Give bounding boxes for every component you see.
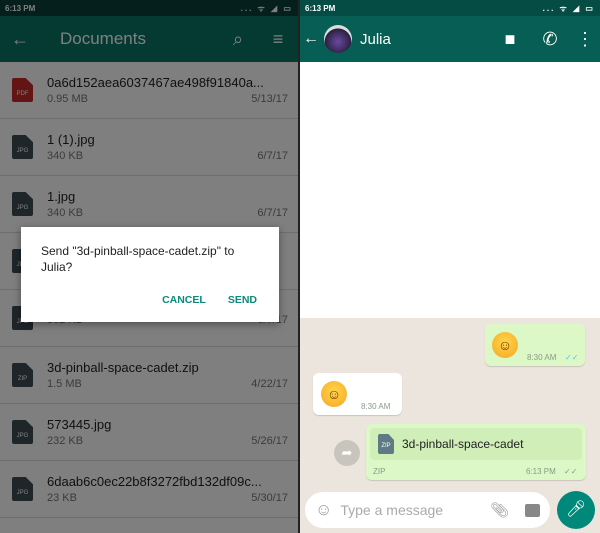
- message-time: 6:13 PM: [526, 467, 556, 476]
- more-vert-icon[interactable]: ⋮: [570, 29, 600, 50]
- read-ticks-icon: ✓✓: [565, 353, 579, 362]
- phone-icon[interactable]: ✆: [530, 29, 570, 50]
- documents-panel: 6:13 PM ... ᯤ ◢ ▭ ← Documents ⌕ ≡ PDF 0a…: [0, 0, 298, 533]
- send-button[interactable]: SEND: [228, 294, 257, 306]
- message-bubble-out[interactable]: ☺ 8:30 AM ✓✓: [485, 324, 585, 366]
- zip-file-icon: ZIP: [378, 434, 394, 454]
- paperclip-icon[interactable]: 📎︎: [490, 501, 509, 519]
- message-time: 8:30 AM: [361, 402, 391, 411]
- forward-icon[interactable]: ➦: [334, 440, 360, 466]
- camera-icon[interactable]: [525, 503, 540, 517]
- mic-icon: 🎤︎: [565, 501, 587, 518]
- status-icons: ... ᯤ ◢ ▭: [542, 3, 595, 13]
- emoji-icon[interactable]: ☺: [315, 500, 332, 520]
- file-name: 3d-pinball-space-cadet: [402, 437, 524, 451]
- videocam-icon[interactable]: ■: [490, 29, 530, 50]
- file-message-bubble[interactable]: ZIP 3d-pinball-space-cadet ZIP 6:13 PM ✓…: [366, 424, 586, 480]
- smiley-emoji: ☺: [492, 332, 518, 358]
- message-time: 8:30 AM: [527, 353, 557, 362]
- back-arrow-icon[interactable]: ←: [300, 30, 322, 48]
- avatar[interactable]: [324, 25, 352, 53]
- contact-name[interactable]: Julia: [360, 31, 490, 48]
- status-bar: 6:13 PM ... ᯤ ◢ ▭: [300, 0, 600, 16]
- chat-header: ← Julia ■ ✆ ⋮: [300, 16, 600, 62]
- status-time: 6:13 PM: [305, 3, 336, 13]
- sent-ticks-icon: ✓✓: [564, 467, 578, 476]
- cancel-button[interactable]: CANCEL: [162, 294, 206, 306]
- smiley-emoji: ☺: [321, 381, 347, 407]
- message-input[interactable]: Type a message: [332, 502, 490, 518]
- file-attachment[interactable]: ZIP 3d-pinball-space-cadet: [370, 428, 582, 460]
- file-ext: ZIP: [373, 467, 386, 476]
- send-confirm-dialog: Send "3d-pinball-space-cadet.zip" to Jul…: [21, 227, 279, 322]
- chat-panel: 6:13 PM ... ᯤ ◢ ▭ ← Julia ■ ✆ ⋮ ☺ 8:30 A…: [300, 0, 600, 533]
- dialog-message: Send "3d-pinball-space-cadet.zip" to Jul…: [41, 244, 235, 274]
- mic-button[interactable]: 🎤︎: [557, 491, 595, 529]
- message-bubble-in[interactable]: ☺ 8:30 AM: [313, 373, 402, 415]
- message-input-bar[interactable]: ☺ Type a message 📎︎: [305, 492, 550, 528]
